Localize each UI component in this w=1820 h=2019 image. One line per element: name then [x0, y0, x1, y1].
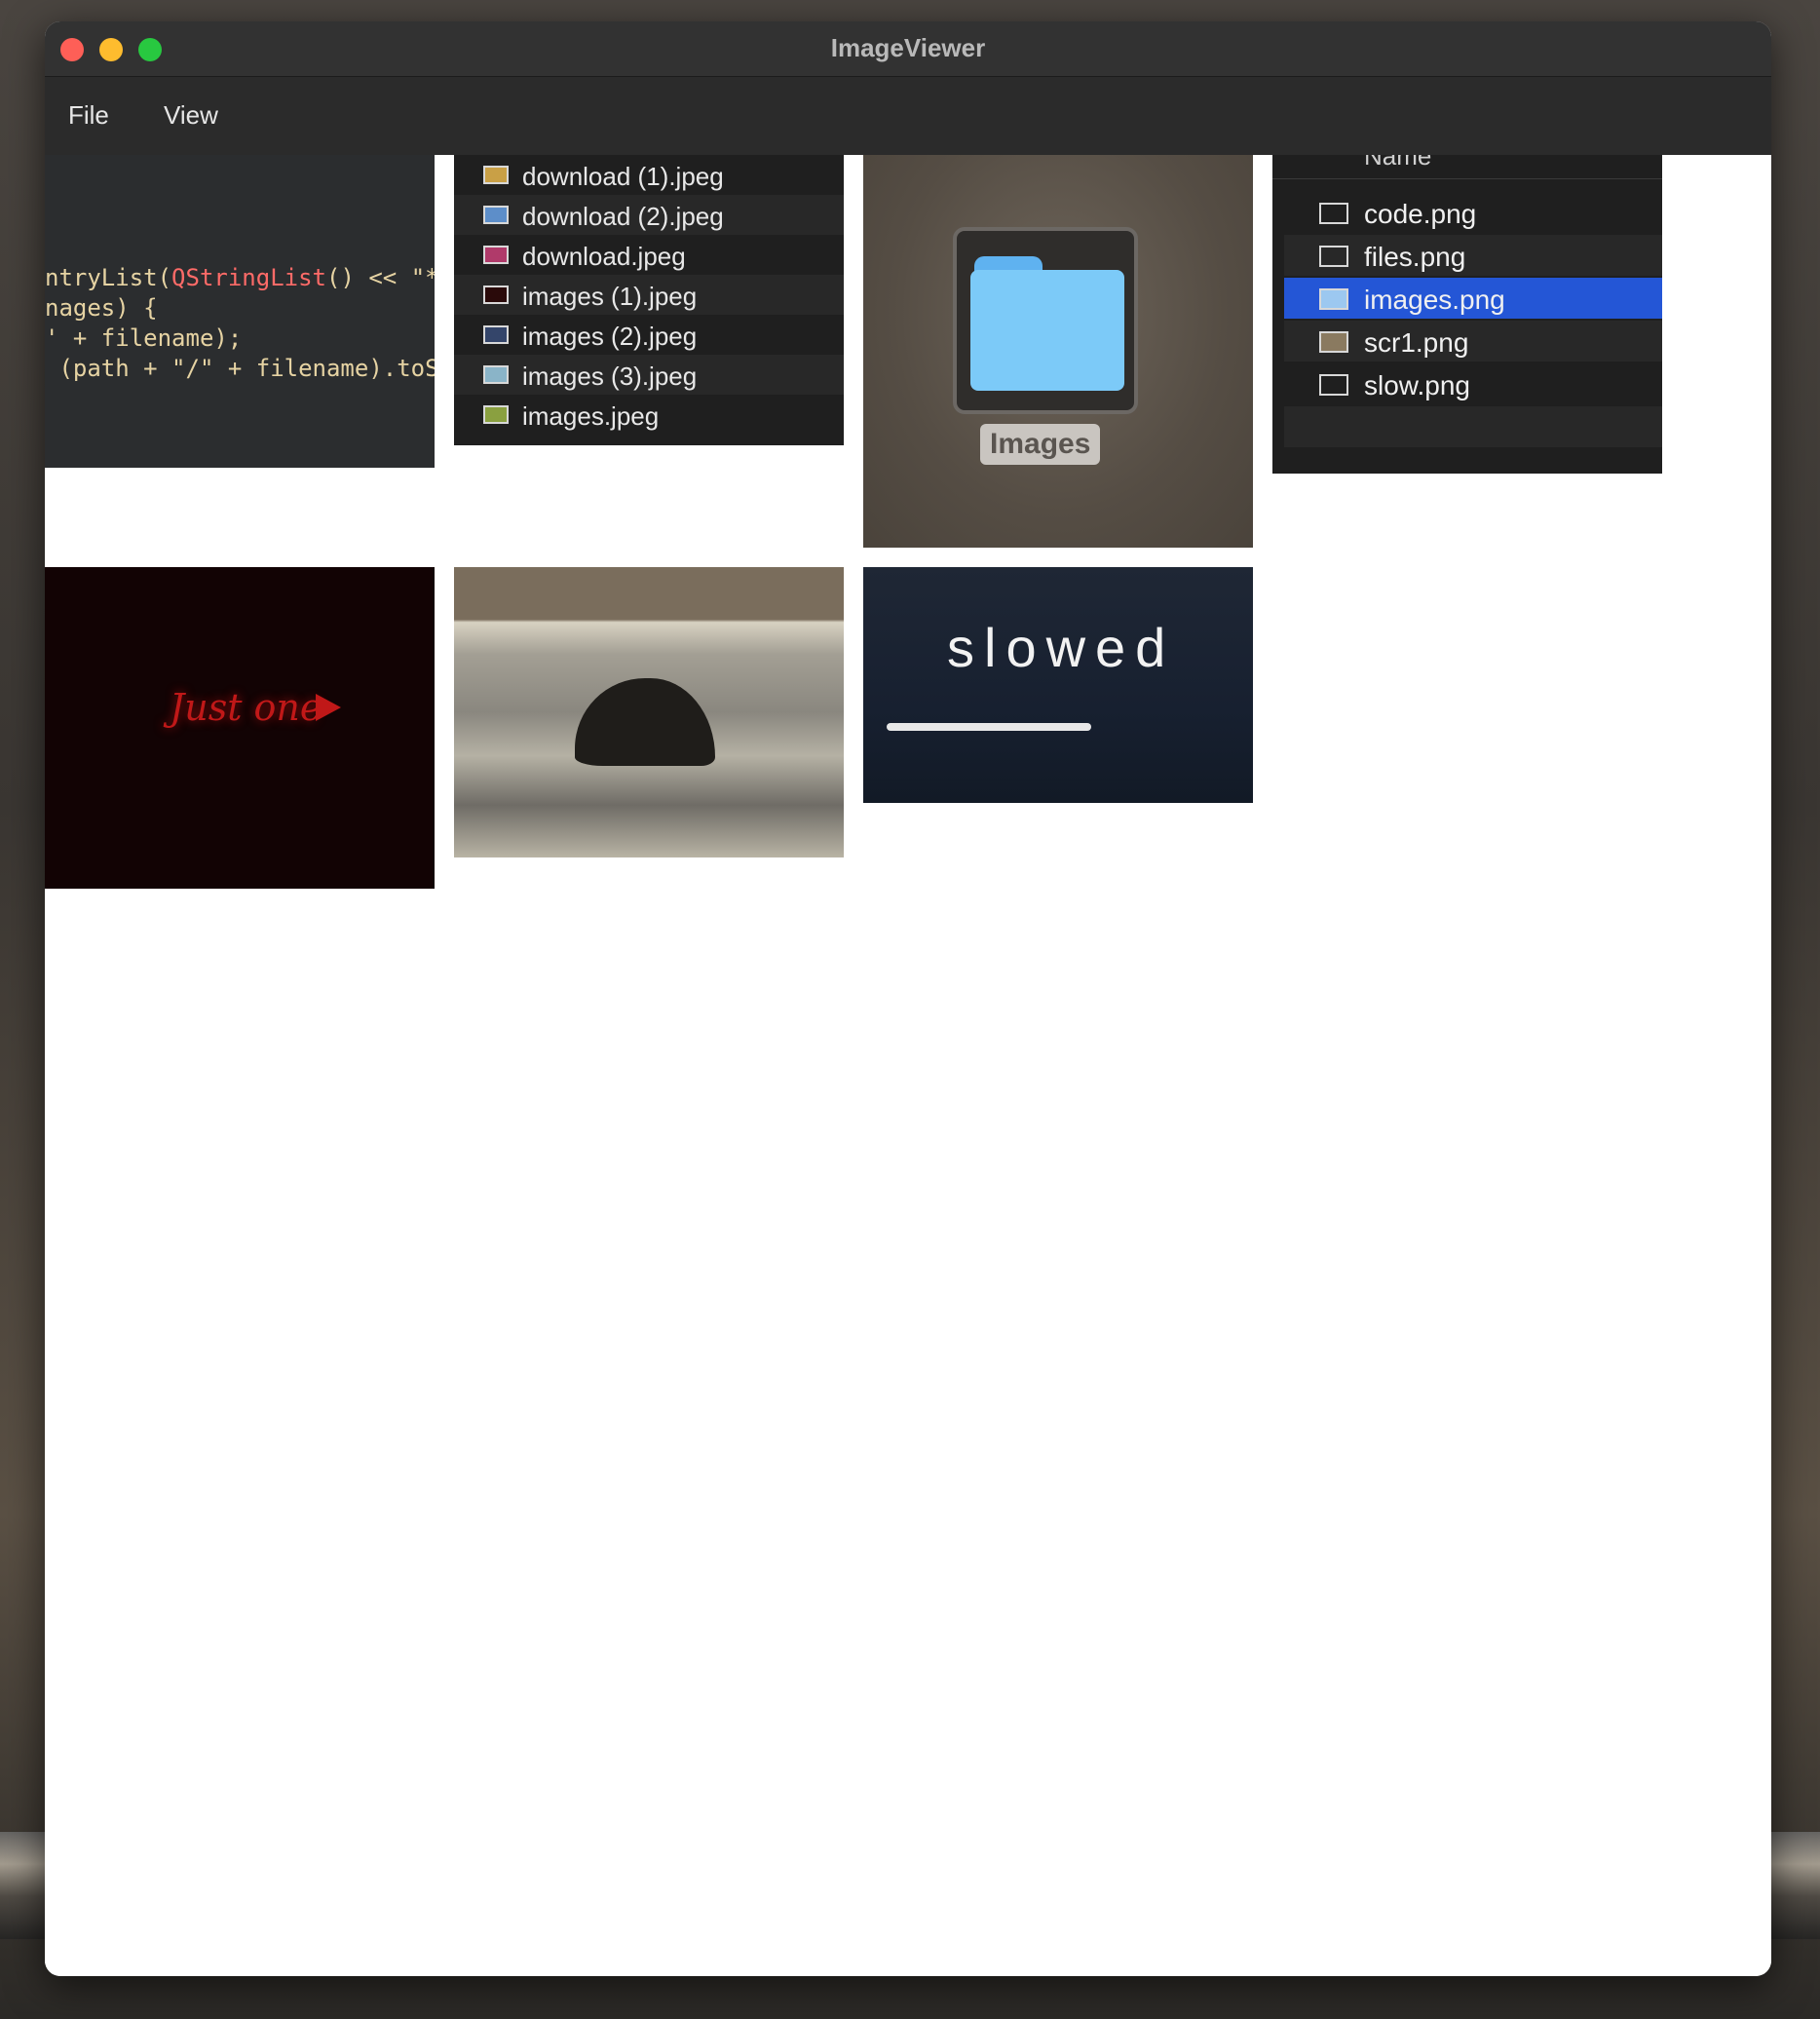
image-file-icon [1319, 203, 1348, 224]
play-icon [316, 694, 341, 721]
image-file-icon [1319, 331, 1348, 353]
list-item: slow.png [1284, 363, 1662, 404]
thumbnail-names[interactable]: Name code.png files.png images.png scr1.… [1272, 155, 1662, 474]
menu-view[interactable]: View [164, 100, 218, 131]
list-item: download (2).jpeg [454, 195, 844, 235]
thumbnail-folder[interactable]: Images [863, 155, 1253, 548]
code-line: ntryList(QStringList() << "*. [45, 264, 435, 291]
rock-silhouette [575, 678, 715, 766]
just-one-text: Just one [170, 686, 322, 729]
image-file-icon [483, 365, 509, 384]
list-item [1284, 406, 1662, 447]
imageviewer-window: ImageViewer File View ntryList(QStringLi… [45, 21, 1771, 1976]
image-file-icon [1319, 288, 1348, 310]
code-line: ' + filename); [45, 324, 243, 352]
list-item-selected: images.png [1284, 278, 1662, 319]
list-item: images (3).jpeg [454, 355, 844, 395]
column-header: Name [1272, 155, 1662, 179]
list-item: scr1.png [1284, 321, 1662, 362]
menu-file[interactable]: File [68, 100, 109, 131]
image-file-icon [483, 405, 509, 424]
code-line: nages) { [45, 294, 158, 322]
thumbnail-slowed[interactable]: slowed [863, 567, 1253, 803]
list-item: download.jpeg [454, 235, 844, 275]
thumbnail-files[interactable]: download (1).jpeg download (2).jpeg down… [454, 155, 844, 445]
folder-label: Images [980, 424, 1101, 465]
list-item: images (2).jpeg [454, 315, 844, 355]
list-item: download (1).jpeg [454, 155, 844, 195]
image-file-icon [483, 166, 509, 184]
code-line: (path + "/" + filename).toSt [45, 355, 435, 382]
folder-icon [953, 227, 1138, 414]
title-bar[interactable]: ImageViewer [45, 21, 1771, 77]
window-title: ImageViewer [830, 33, 986, 62]
image-grid: ntryList(QStringList() << "*. nages) { '… [45, 155, 1771, 1976]
list-item: images (1).jpeg [454, 275, 844, 315]
slowed-text: slowed [947, 617, 1176, 678]
image-file-icon [1319, 246, 1348, 267]
menu-bar: File View [45, 77, 1771, 155]
image-file-icon [483, 325, 509, 344]
thumbnail-code[interactable]: ntryList(QStringList() << "*. nages) { '… [45, 155, 435, 468]
image-file-icon [483, 246, 509, 264]
image-file-icon [483, 286, 509, 304]
image-file-icon [1319, 374, 1348, 396]
list-item: files.png [1284, 235, 1662, 276]
brush-stroke [887, 723, 1091, 731]
thumbnail-just-one[interactable]: Just one [45, 567, 435, 889]
list-item: code.png [1284, 192, 1662, 233]
image-file-icon [483, 206, 509, 224]
thumbnail-sea-rock[interactable] [454, 567, 844, 857]
list-item: images.jpeg [454, 395, 844, 435]
